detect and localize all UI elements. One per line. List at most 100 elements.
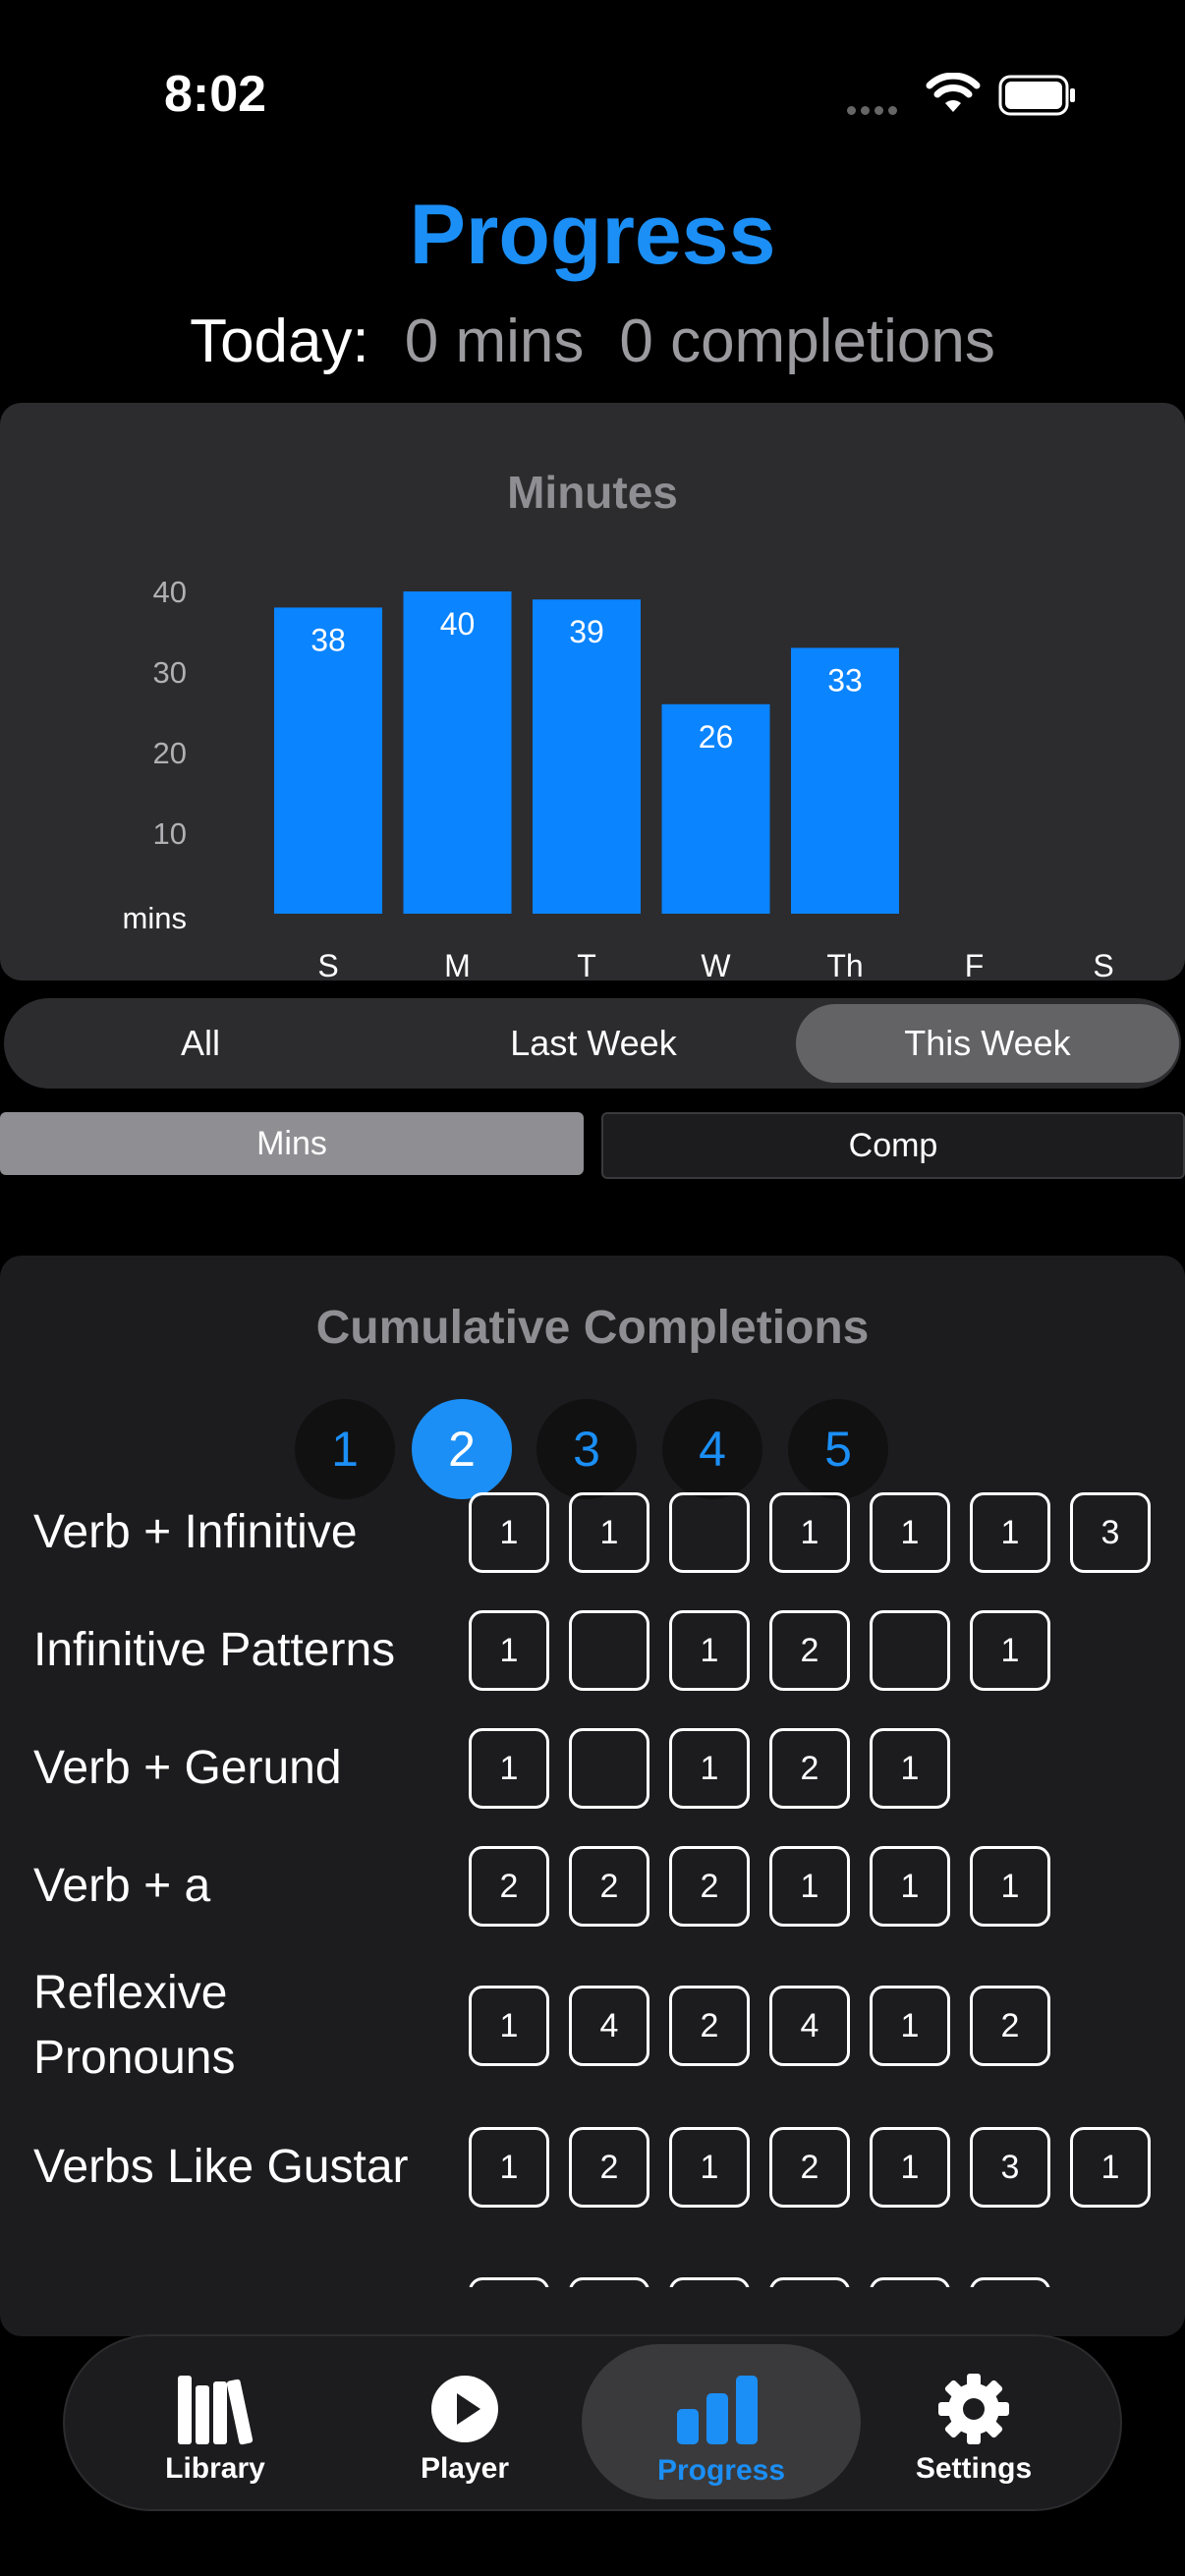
level-4-button[interactable]: 4 — [662, 1399, 762, 1499]
completion-box[interactable]: 3 — [1070, 1492, 1151, 1573]
completion-box[interactable]: 1 — [870, 2127, 950, 2208]
tab-library-label: Library — [165, 2452, 265, 2485]
tab-player[interactable]: Player — [342, 2336, 588, 2509]
completion-box[interactable]: 2 — [769, 2127, 850, 2208]
range-last-week-tab[interactable]: Last Week — [397, 998, 790, 1089]
today-summary: Today: 0 mins 0 completions — [0, 307, 1185, 376]
completion-box[interactable]: 2 — [769, 1728, 850, 1809]
completion-box[interactable]: 1 — [469, 1492, 549, 1573]
status-time: 8:02 — [164, 66, 267, 123]
row-label: Verb + Gerund — [33, 1742, 342, 1794]
completion-box[interactable]: 1 — [769, 1492, 850, 1573]
level-5-button[interactable]: 5 — [788, 1399, 888, 1499]
completion-box — [469, 2277, 549, 2287]
completion-box[interactable]: 1 — [569, 1492, 649, 1573]
completion-box[interactable]: 1 — [469, 1728, 549, 1809]
tab-player-label: Player — [420, 2452, 510, 2485]
tab-bar: Library Player Progress Settings — [63, 2334, 1122, 2511]
y-axis-label: mins — [123, 901, 187, 935]
x-tick-label: W — [701, 948, 731, 980]
completion-box[interactable]: 1 — [870, 1728, 950, 1809]
page-title: Progress — [409, 188, 776, 282]
completion-box[interactable]: 2 — [970, 1986, 1050, 2066]
completion-box[interactable]: 1 — [970, 1610, 1050, 1691]
range-all-tab[interactable]: All — [4, 998, 397, 1089]
completion-box[interactable]: 1 — [769, 1846, 850, 1927]
completion-box[interactable]: 2 — [569, 1846, 649, 1927]
completion-box[interactable] — [569, 1728, 649, 1809]
y-tick-label: 10 — [153, 816, 187, 851]
completion-box[interactable]: 1 — [1070, 2127, 1151, 2208]
minutes-bar-chart: 10 20 30 40 mins 38 S 40 M 39 T 26 W 33 Th F S — [123, 575, 1114, 980]
x-tick-label: T — [577, 948, 596, 980]
completion-box[interactable]: 2 — [569, 2127, 649, 2208]
completion-box[interactable]: 2 — [469, 1846, 549, 1927]
completion-box[interactable]: 2 — [769, 1610, 850, 1691]
completion-box[interactable] — [669, 1492, 750, 1573]
bar-chart-icon — [677, 2376, 758, 2444]
completion-box[interactable]: 1 — [669, 2127, 750, 2208]
completion-box[interactable]: 1 — [870, 1492, 950, 1573]
x-tick-label: Th — [826, 948, 863, 980]
completion-box[interactable]: 2 — [669, 1846, 750, 1927]
mins-toggle-button[interactable]: Mins — [0, 1112, 584, 1175]
cumulative-title: Cumulative Completions — [315, 1302, 870, 1354]
completion-box[interactable]: 1 — [469, 1986, 549, 2066]
y-tick-label: 20 — [153, 736, 187, 770]
completion-box[interactable]: 1 — [870, 1986, 950, 2066]
battery-icon — [998, 75, 1075, 116]
level-3-button[interactable]: 3 — [536, 1399, 637, 1499]
completion-box — [669, 2277, 750, 2287]
bar-data-label: 38 — [310, 622, 346, 657]
tab-library[interactable]: Library — [92, 2336, 338, 2509]
completion-box[interactable]: 4 — [769, 1986, 850, 2066]
wifi-icon — [926, 73, 981, 112]
row-label: Verb + Infinitive — [33, 1506, 358, 1558]
completion-box[interactable]: 1 — [669, 1728, 750, 1809]
clipped-row — [0, 2277, 1185, 2287]
today-completions: 0 completions — [619, 308, 995, 375]
tab-settings[interactable]: Settings — [851, 2336, 1097, 2509]
comp-toggle-button[interactable]: Comp — [601, 1112, 1185, 1179]
x-tick-label: S — [317, 948, 338, 980]
gear-icon — [938, 2374, 1009, 2444]
range-segmented-control: All Last Week This Week — [4, 998, 1181, 1089]
x-tick-label: M — [444, 948, 471, 980]
completion-box[interactable]: 1 — [469, 1610, 549, 1691]
x-tick-label: F — [965, 948, 985, 980]
signal-dots-icon — [847, 102, 906, 115]
bar-data-label: 26 — [699, 719, 734, 755]
status-bar: 8:02 — [0, 0, 1185, 167]
level-1-button[interactable]: 1 — [295, 1399, 395, 1499]
completion-box[interactable]: 1 — [970, 1492, 1050, 1573]
completion-box[interactable]: 1 — [669, 1610, 750, 1691]
row-label: Verbs Like Gustar — [33, 2141, 409, 2193]
today-mins: 0 mins — [404, 308, 585, 375]
completion-box[interactable] — [569, 1610, 649, 1691]
play-icon — [431, 2376, 498, 2442]
tab-progress[interactable]: Progress — [582, 2344, 861, 2499]
bar-data-label: 33 — [827, 662, 863, 698]
library-icon — [178, 2376, 254, 2445]
completion-box[interactable]: 1 — [870, 1846, 950, 1927]
row-label: Infinitive Patterns — [33, 1624, 396, 1676]
tab-progress-label: Progress — [656, 2454, 786, 2487]
tab-settings-label: Settings — [915, 2452, 1033, 2485]
completion-box — [569, 2277, 649, 2287]
completion-box[interactable]: 1 — [970, 1846, 1050, 1927]
y-tick-label: 30 — [153, 655, 187, 690]
completion-box[interactable] — [870, 1610, 950, 1691]
completion-box — [870, 2277, 950, 2287]
y-tick-label: 40 — [153, 575, 187, 609]
row-label: Reflexive Pronouns — [33, 1967, 236, 2084]
completion-box[interactable]: 2 — [669, 1986, 750, 2066]
today-label: Today: — [190, 308, 369, 375]
bar-data-label: 40 — [440, 606, 476, 642]
level-2-button[interactable]: 2 — [412, 1399, 512, 1499]
completion-box — [769, 2277, 850, 2287]
bar-data-label: 39 — [569, 614, 604, 649]
range-this-week-tab[interactable]: This Week — [796, 1004, 1179, 1083]
completion-box[interactable]: 3 — [970, 2127, 1050, 2208]
completion-box[interactable]: 1 — [469, 2127, 549, 2208]
completion-box[interactable]: 4 — [569, 1986, 649, 2066]
